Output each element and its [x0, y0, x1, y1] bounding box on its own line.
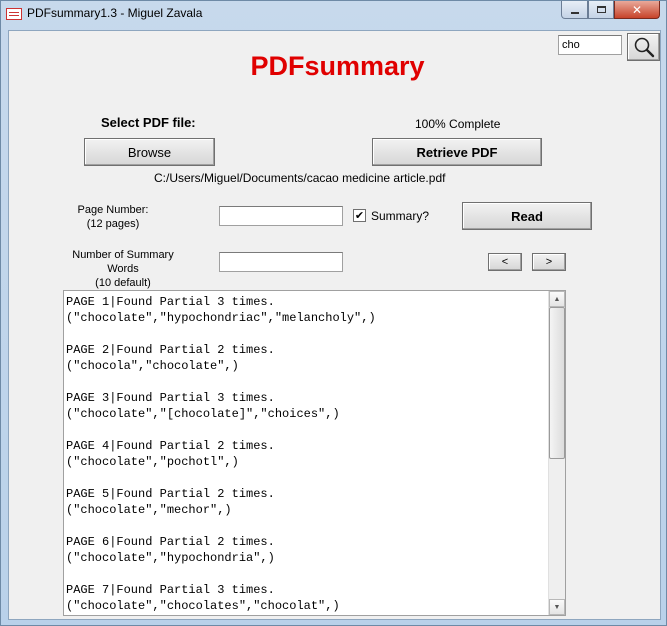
app-icon [6, 8, 22, 20]
scroll-down-button[interactable]: ▼ [549, 599, 565, 615]
summary-words-label-line2: (10 default) [95, 277, 151, 289]
page-number-label-line2: (12 pages) [86, 218, 140, 230]
progress-text: 100% Complete [415, 117, 501, 131]
page-number-input[interactable] [219, 206, 343, 226]
summary-words-label-line1: Number of Summary Words [72, 249, 174, 275]
file-path: C:/Users/Miguel/Documents/cacao medicine… [154, 171, 446, 185]
page-number-label: Page Number: (12 pages) [61, 203, 165, 231]
maximize-button[interactable] [588, 1, 614, 19]
results-textarea[interactable]: PAGE 1|Found Partial 3 times. ("chocolat… [63, 290, 566, 616]
close-icon: ✕ [631, 2, 643, 17]
summary-words-label: Number of Summary Words (10 default) [59, 248, 187, 290]
scroll-up-button[interactable]: ▲ [549, 291, 565, 307]
minimize-icon [570, 11, 579, 14]
scrollbar-thumb[interactable] [549, 307, 565, 459]
previous-page-button[interactable]: < [488, 253, 522, 271]
scroll-down-icon: ▼ [553, 603, 561, 611]
retrieve-pdf-button[interactable]: Retrieve PDF [372, 138, 542, 166]
browse-button[interactable]: Browse [84, 138, 215, 166]
close-button[interactable]: ✕ [614, 1, 660, 19]
read-button[interactable]: Read [462, 202, 592, 230]
summary-checkbox-label: Summary? [371, 209, 430, 223]
summary-checkbox[interactable]: ✔ [353, 209, 366, 222]
client-area: PDFsummary Select PDF file: 100% Complet… [8, 30, 661, 620]
title-bar[interactable]: PDFsummary1.3 - Miguel Zavala ✕ [1, 1, 666, 27]
summary-words-input[interactable] [219, 252, 343, 272]
page-number-label-line1: Page Number: [77, 204, 149, 216]
scroll-up-icon: ▲ [553, 295, 561, 303]
window-title: PDFsummary1.3 - Miguel Zavala [27, 6, 203, 20]
minimize-button[interactable] [561, 1, 588, 19]
app-window: PDFsummary1.3 - Miguel Zavala ✕ PDFsumma… [0, 0, 667, 626]
app-heading: PDFsummary [250, 51, 425, 81]
maximize-icon [596, 6, 606, 13]
next-page-button[interactable]: > [532, 253, 566, 271]
vertical-scrollbar[interactable]: ▲ ▼ [548, 291, 565, 615]
select-file-label: Select PDF file: [101, 115, 196, 130]
check-mark-icon: ✔ [354, 209, 365, 222]
results-text: PAGE 1|Found Partial 3 times. ("chocolat… [66, 295, 376, 613]
